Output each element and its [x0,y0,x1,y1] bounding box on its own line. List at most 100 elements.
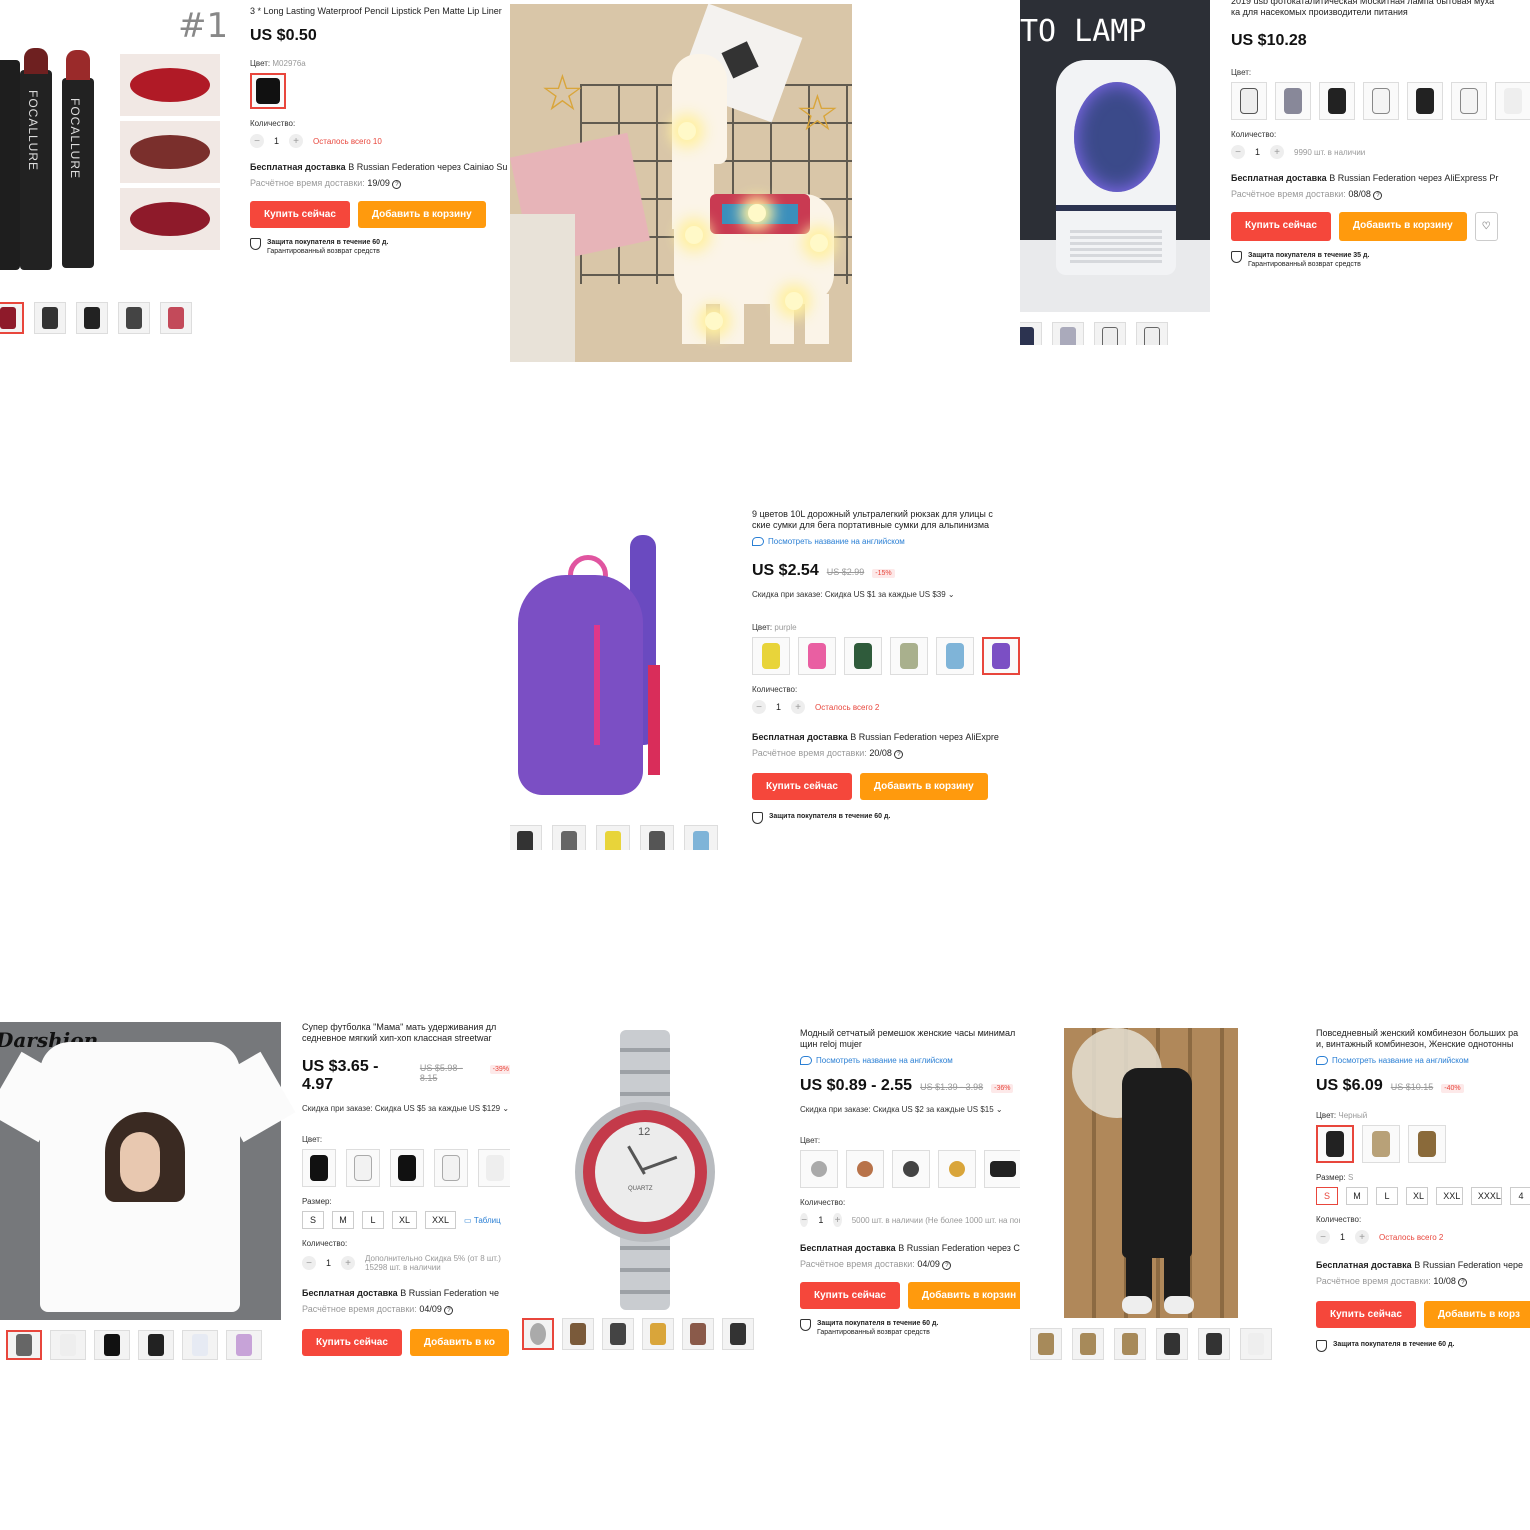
product-image-llama-lamp[interactable]: ☆ ☆ [510,4,852,362]
thumbnail[interactable] [138,1330,174,1360]
buy-now-button[interactable]: Купить сейчас [1231,212,1331,241]
size-option[interactable]: L [362,1211,384,1229]
increase-button[interactable]: + [289,134,304,148]
thumbnail[interactable] [50,1330,86,1360]
thumbnail[interactable] [1240,1328,1272,1360]
product-title[interactable]: 3 * Long Lasting Waterproof Pencil Lipst… [250,6,510,17]
quantity-value[interactable]: 1 [818,1215,823,1225]
thumbnail[interactable] [1136,322,1168,345]
thumbnail[interactable] [6,1330,42,1360]
product-title[interactable]: Повседневный женский комбинезон больших … [1316,1028,1530,1050]
decrease-button[interactable]: − [250,134,264,148]
size-option[interactable]: XL [392,1211,418,1229]
increase-button[interactable]: + [791,700,806,714]
size-option[interactable]: S [1316,1187,1338,1205]
quantity-value[interactable]: 1 [1255,147,1260,157]
add-to-cart-button[interactable]: Добавить в корзин [907,1282,1020,1309]
color-option[interactable] [434,1149,468,1187]
product-image-tshirt[interactable]: Darshion [0,1022,296,1320]
heart-icon[interactable]: ♡ [1474,212,1498,241]
thumbnail[interactable] [552,825,586,850]
product-title[interactable]: 9 цветов 10L дорожный ультралегкий рюкза… [752,509,1020,531]
product-image-backpack[interactable] [510,525,690,805]
thumbnail[interactable] [76,302,108,334]
buy-now-button[interactable]: Купить сейчас [752,773,852,800]
color-option[interactable] [1451,82,1487,120]
view-english-link[interactable]: Посмотреть название на английском [800,1056,1020,1065]
buy-now-button[interactable]: Купить сейчас [302,1329,402,1356]
color-option[interactable] [984,1150,1020,1188]
color-option[interactable] [250,73,286,109]
thumbnail[interactable] [1094,322,1126,345]
add-to-cart-button[interactable]: Добавить в корзину [357,201,486,228]
add-to-cart-button[interactable]: Добавить в корзину [859,773,988,800]
thumbnail[interactable] [596,825,630,850]
buy-now-button[interactable]: Купить сейчас [250,201,350,228]
color-option[interactable] [892,1150,930,1188]
color-option[interactable] [1495,82,1530,120]
thumbnail[interactable] [1156,1328,1188,1360]
thumbnail[interactable] [1030,1328,1062,1360]
decrease-button[interactable]: − [1316,1230,1330,1244]
quantity-value[interactable]: 1 [1340,1232,1345,1242]
size-option[interactable]: L [1376,1187,1398,1205]
color-option[interactable] [982,637,1020,675]
increase-button[interactable]: + [1270,145,1285,159]
bulk-discount[interactable]: Скидка при заказе: Скидка US $5 за кажды… [302,1104,510,1113]
thumbnail[interactable] [1198,1328,1230,1360]
thumbnail[interactable] [640,825,674,850]
size-option[interactable]: XL [1406,1187,1429,1205]
size-option[interactable]: XXL [425,1211,457,1229]
add-to-cart-button[interactable]: Добавить в корз [1423,1301,1530,1328]
color-option[interactable] [936,637,974,675]
thumbnail[interactable] [642,1318,674,1350]
product-title[interactable]: Модный сетчатый ремешок женские часы мин… [800,1028,1020,1050]
color-option[interactable] [302,1149,336,1187]
thumbnail[interactable] [602,1318,634,1350]
quantity-value[interactable]: 1 [274,136,279,146]
color-option[interactable] [1408,1125,1446,1163]
decrease-button[interactable]: − [800,1213,809,1227]
product-title[interactable]: Супер футболка "Мама" мать удерживания д… [302,1022,510,1044]
bulk-discount[interactable]: Скидка при заказе: Скидка US $1 за кажды… [752,590,1020,599]
increase-button[interactable]: + [833,1213,842,1227]
thumbnail[interactable] [118,302,150,334]
add-to-cart-button[interactable]: Добавить в корзину [1338,212,1467,241]
thumbnail[interactable] [1052,322,1084,345]
color-option[interactable] [346,1149,380,1187]
thumbnail[interactable] [522,1318,554,1350]
color-option[interactable] [890,637,928,675]
product-image-lipstick[interactable]: #1 FOCALLURE FOCALLURE [0,0,230,295]
size-option[interactable]: M [332,1211,354,1229]
product-title[interactable]: 2019 usb фотокаталитическая Москитная ла… [1231,0,1530,18]
thumbnail[interactable] [722,1318,754,1350]
color-option[interactable] [478,1149,510,1187]
color-option[interactable] [1407,82,1443,120]
color-option[interactable] [798,637,836,675]
quantity-value[interactable]: 1 [776,702,781,712]
thumbnail[interactable] [1114,1328,1146,1360]
size-option[interactable]: XXXL [1470,1187,1503,1205]
bulk-discount[interactable]: Скидка при заказе: Скидка US $2 за кажды… [800,1105,1020,1114]
thumbnail[interactable] [684,825,718,850]
color-option[interactable] [844,637,882,675]
product-image-jumpsuit[interactable] [1064,1028,1238,1318]
size-option[interactable]: M [1346,1187,1368,1205]
increase-button[interactable]: + [341,1256,356,1270]
color-option[interactable] [1231,82,1267,120]
decrease-button[interactable]: − [1231,145,1245,159]
thumbnail[interactable] [510,825,542,850]
color-option[interactable] [1363,82,1399,120]
thumbnail[interactable] [0,302,24,334]
decrease-button[interactable]: − [302,1256,316,1270]
color-option[interactable] [1362,1125,1400,1163]
add-to-cart-button[interactable]: Добавить в ко [409,1329,509,1356]
color-option[interactable] [1319,82,1355,120]
color-option[interactable] [938,1150,976,1188]
buy-now-button[interactable]: Купить сейчас [1316,1301,1416,1328]
thumbnail[interactable] [1072,1328,1104,1360]
color-option[interactable] [1275,82,1311,120]
thumbnail[interactable] [160,302,192,334]
color-option[interactable] [390,1149,424,1187]
size-option[interactable]: XXL [1436,1187,1463,1205]
